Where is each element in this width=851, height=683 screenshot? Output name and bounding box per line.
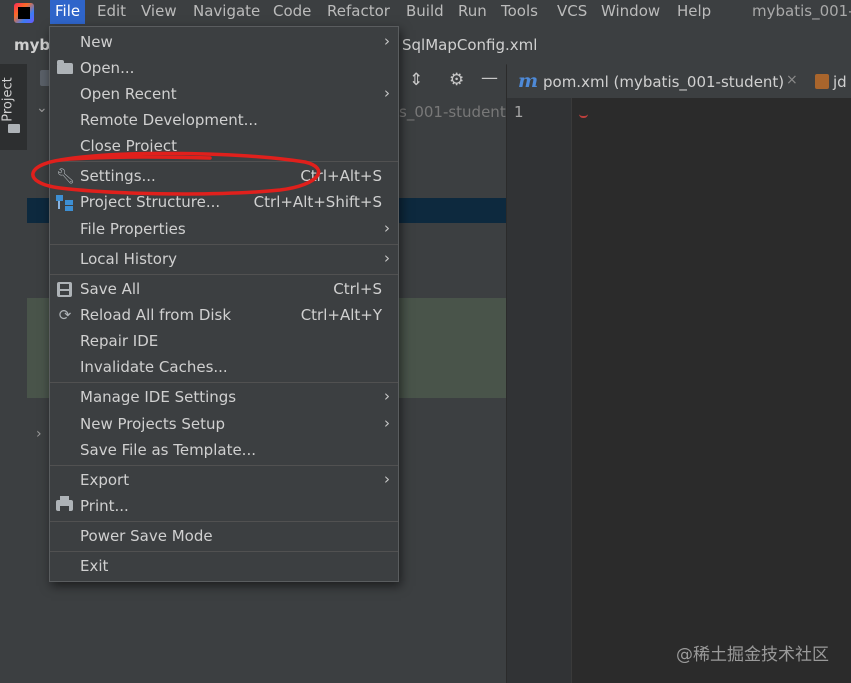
project-tab-label: Project (0, 77, 16, 122)
menu-item-save-all[interactable]: Save All Ctrl+S (50, 277, 398, 303)
chevron-right-icon: › (384, 84, 390, 102)
menu-item-file-properties[interactable]: File Properties › (50, 217, 398, 243)
save-icon (57, 282, 72, 297)
menu-edit[interactable]: Edit (92, 0, 131, 24)
breadcrumb-project[interactable]: myb (14, 36, 50, 54)
menu-item-new-projects-setup[interactable]: New Projects Setup › (50, 412, 398, 438)
menu-item-open[interactable]: Open... (50, 56, 398, 82)
menu-run[interactable]: Run (453, 0, 492, 24)
menu-item-settings[interactable]: 🔧︎ Settings... Ctrl+Alt+S (50, 164, 398, 190)
menu-navigate[interactable]: Navigate (188, 0, 265, 24)
wrench-icon: 🔧︎ (56, 167, 76, 185)
menu-item-open-recent[interactable]: Open Recent › (50, 82, 398, 108)
menu-item-repair-ide[interactable]: Repair IDE (50, 329, 398, 355)
project-tool-tab[interactable]: Project (0, 64, 27, 150)
chevron-right-icon: › (384, 249, 390, 267)
menu-item-manage-ide-settings[interactable]: Manage IDE Settings › (50, 385, 398, 411)
tab-pom-label[interactable]: pom.xml (mybatis_001-student) (543, 73, 784, 91)
menu-item-save-as-template[interactable]: Save File as Template... (50, 438, 398, 464)
menu-refactor[interactable]: Refactor (322, 0, 395, 24)
menu-bar: File Edit View Navigate Code Refactor Bu… (0, 0, 851, 26)
menu-code[interactable]: Code (268, 0, 316, 24)
folder-icon (8, 124, 20, 133)
chevron-right-icon: › (384, 470, 390, 488)
intellij-logo-icon (14, 3, 34, 23)
left-tool-strip (0, 64, 28, 683)
menu-window[interactable]: Window (596, 0, 665, 24)
menu-item-local-history[interactable]: Local History › (50, 247, 398, 273)
file-menu-dropdown: New › Open... Open Recent › Remote Devel… (49, 26, 399, 582)
editor-gutter (507, 98, 572, 683)
menu-help[interactable]: Help (672, 0, 716, 24)
project-root-label: s_001-student (399, 103, 506, 121)
menu-item-invalidate-caches[interactable]: Invalidate Caches... (50, 355, 398, 381)
refresh-icon: ⟳ (58, 306, 72, 324)
hide-panel-icon[interactable]: — (481, 68, 498, 88)
menu-tools[interactable]: Tools (496, 0, 543, 24)
folder-open-icon (57, 60, 73, 74)
gear-icon[interactable]: ⚙ (449, 70, 464, 90)
menu-vcs[interactable]: VCS (552, 0, 592, 24)
chevron-right-icon[interactable]: › (36, 426, 42, 442)
java-file-icon (815, 74, 829, 89)
menu-item-print[interactable]: Print... (50, 494, 398, 520)
menu-file[interactable]: File (50, 0, 86, 24)
menu-view[interactable]: View (136, 0, 182, 24)
chevron-right-icon: › (384, 387, 390, 405)
watermark: @稀土掘金技术社区 (676, 645, 829, 665)
line-number: 1 (514, 103, 524, 121)
menu-item-exit[interactable]: Exit (50, 554, 398, 580)
menu-separator (50, 382, 398, 383)
chevron-right-icon: › (384, 219, 390, 237)
menu-item-power-save-mode[interactable]: Power Save Mode (50, 524, 398, 550)
menu-item-remote-development[interactable]: Remote Development... (50, 108, 398, 134)
menu-separator (50, 521, 398, 522)
window-title: mybatis_001- (752, 2, 851, 20)
menu-build[interactable]: Build (401, 0, 449, 24)
maven-icon: m (518, 70, 539, 92)
printer-icon (56, 496, 73, 511)
tab-jd-label[interactable]: jd (833, 73, 847, 91)
menu-item-project-structure[interactable]: Project Structure... Ctrl+Alt+Shift+S (50, 190, 398, 216)
chevron-down-icon[interactable]: ⌄ (36, 100, 48, 116)
menu-item-reload-all[interactable]: ⟳ Reload All from Disk Ctrl+Alt+Y (50, 303, 398, 329)
project-structure-icon (56, 195, 74, 211)
chevron-right-icon: › (384, 32, 390, 50)
menu-separator (50, 465, 398, 466)
menu-separator (50, 274, 398, 275)
close-icon[interactable]: × (786, 72, 798, 88)
collapse-all-icon[interactable]: ⇕ (409, 70, 423, 90)
menu-separator (50, 161, 398, 162)
menu-item-export[interactable]: Export › (50, 468, 398, 494)
menu-item-close-project[interactable]: Close Project (50, 134, 398, 160)
menu-item-new[interactable]: New › (50, 30, 398, 56)
breadcrumb-file[interactable]: SqlMapConfig.xml (402, 36, 537, 54)
menu-separator (50, 244, 398, 245)
menu-separator (50, 551, 398, 552)
chevron-right-icon: › (384, 414, 390, 432)
